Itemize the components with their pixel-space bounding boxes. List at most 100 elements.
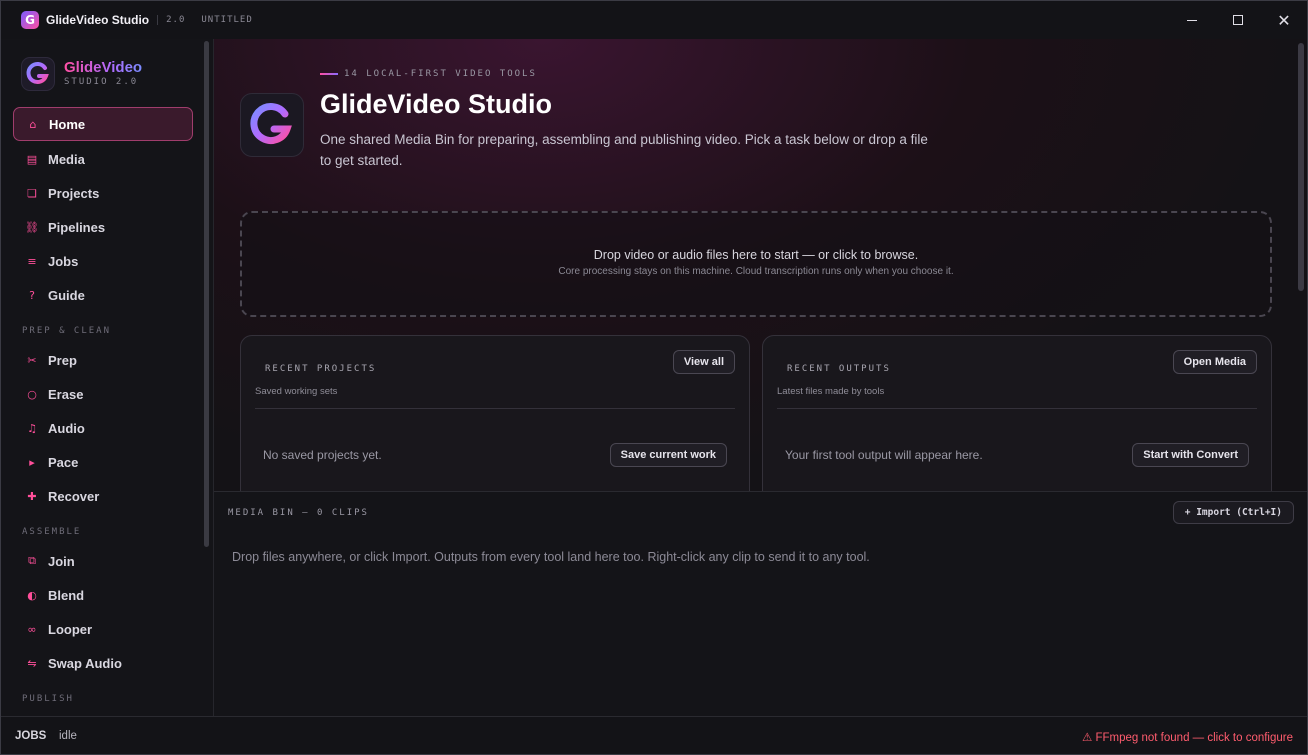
home-main: 14 LOCAL-FIRST VIDEO TOOLS GlideVideo St… [214,39,1307,491]
sidebar-item-guide[interactable]: ? Guide [13,278,193,312]
start-with-convert-button[interactable]: Start with Convert [1132,443,1249,467]
section-title-publish: PUBLISH [22,694,74,704]
sidebar-item-projects[interactable]: ❏ Projects [13,176,193,210]
sidebar-item-prep[interactable]: ✂ Prep [13,343,193,377]
main-scrollbar[interactable] [1298,43,1304,291]
ffmpeg-warning-link[interactable]: ⚠ FFmpeg not found — click to configure [1082,730,1293,744]
title-bar: G GlideVideo Studio 2.0 UNTITLED ✕ [1,1,1307,39]
card-divider [777,408,1257,409]
eyebrow-text: 14 LOCAL-FIRST VIDEO TOOLS [344,69,537,79]
media-bin-title: MEDIA BIN — 0 CLIPS [228,508,369,518]
pipelines-icon: ⛓ [25,220,39,234]
close-button[interactable]: ✕ [1261,1,1307,39]
projects-icon: ❏ [27,186,37,200]
section-title-assemble: ASSEMBLE [22,527,82,537]
page-description: One shared Media Bin for preparing, asse… [320,132,928,168]
scissors-icon: ✂ [27,353,37,367]
sidebar-item-looper[interactable]: ∞ Looper [13,612,193,646]
sidebar-item-label: Prep [48,352,77,368]
loop-icon: ∞ [27,622,37,636]
sidebar-item-pace[interactable]: ▸ Pace [13,445,193,479]
jobs-icon: ≡ [27,254,37,268]
brand-logo-icon [21,57,55,91]
brand-subtitle: STUDIO 2.0 [64,77,139,87]
minimize-button[interactable] [1169,1,1215,39]
sidebar-item-audio[interactable]: ♫ Audio [13,411,193,445]
maximize-icon [1233,15,1243,25]
brand: GlideVideo STUDIO 2.0 [21,57,142,91]
app-window: G GlideVideo Studio 2.0 UNTITLED ✕ Glide… [0,0,1308,755]
dropzone-subtitle: Core processing stays on this machine. C… [558,266,954,277]
close-icon: ✕ [1277,10,1291,30]
sidebar-item-label: Blend [48,587,85,603]
window-version: 2.0 [157,15,185,25]
page-title: GlideVideo Studio [320,89,553,119]
card-empty-text: No saved projects yet. [263,448,382,462]
join-icon: ⧉ [28,554,36,567]
card-subtitle: Latest files made by tools [777,386,885,397]
media-bin: MEDIA BIN — 0 CLIPS + Import (Ctrl+I) Dr… [214,491,1307,716]
dropzone-title: Drop video or audio files here to start … [593,248,919,262]
hero-eyebrow: 14 LOCAL-FIRST VIDEO TOOLS [320,69,537,79]
window-title: GlideVideo Studio [46,13,150,27]
maximize-button[interactable] [1215,1,1261,39]
file-dropzone[interactable]: Drop video or audio files here to start … [240,211,1272,317]
status-bar: JOBS idle ⚠ FFmpeg not found — click to … [1,716,1307,754]
import-button[interactable]: + Import (Ctrl+I) [1172,501,1294,524]
erase-icon: ○ [27,387,37,401]
sidebar-item-label: Audio [48,420,85,436]
play-icon: ▸ [29,455,35,469]
sidebar-item-label: Looper [48,621,93,637]
sidebar-item-label: Projects [48,185,100,201]
sidebar-item-label: Erase [48,386,84,402]
jobs-state: idle [59,730,77,742]
recent-outputs-card: RECENT OUTPUTS Latest files made by tool… [762,335,1272,491]
save-current-work-button[interactable]: Save current work [609,443,727,467]
hero-logo-icon [240,93,304,157]
sidebar-item-label: Home [49,116,86,132]
media-icon: ▤ [26,152,38,166]
brand-name: GlideVideo [64,59,143,76]
sidebar-item-label: Guide [48,287,85,303]
sidebar-item-label: Pace [48,454,79,470]
card-title: RECENT OUTPUTS [787,364,891,374]
eyebrow-accent-line [320,73,338,75]
open-media-button[interactable]: Open Media [1172,350,1257,374]
card-title: RECENT PROJECTS [265,364,377,374]
sidebar-item-label: Jobs [48,253,79,269]
sidebar-item-pipelines[interactable]: ⛓ Pipelines [13,210,193,244]
card-subtitle: Saved working sets [255,386,338,397]
sidebar-item-join[interactable]: ⧉ Join [13,544,193,578]
window-controls: ✕ [1169,1,1307,39]
sidebar-item-recover[interactable]: ✚ Recover [13,479,193,513]
card-divider [255,408,735,409]
sidebar-item-jobs[interactable]: ≡ Jobs [13,244,193,278]
sidebar-item-label: Pipelines [48,219,106,235]
blend-icon: ◐ [27,588,37,602]
card-empty-text: Your first tool output will appear here. [785,448,983,462]
music-note-icon: ♫ [27,421,37,435]
jobs-label[interactable]: JOBS [15,730,46,742]
sidebar-item-erase[interactable]: ○ Erase [13,377,193,411]
plus-icon: ✚ [27,489,37,503]
recent-projects-card: RECENT PROJECTS Saved working sets View … [240,335,750,491]
sidebar-item-media[interactable]: ▤ Media [13,142,193,176]
home-icon: ⌂ [29,117,37,131]
sidebar-item-label: Join [48,553,75,569]
sidebar-item-home[interactable]: ⌂ Home [13,107,193,141]
app-logo-icon: G [21,11,39,29]
sidebar-scrollbar[interactable] [204,41,209,547]
sidebar: GlideVideo STUDIO 2.0 ⌂ Home ▤ Media ❏ P… [1,39,214,716]
sidebar-item-swap-audio[interactable]: ⇋ Swap Audio [13,646,193,680]
view-all-button[interactable]: View all [672,350,735,374]
swap-icon: ⇋ [27,656,37,670]
minimize-icon [1187,19,1197,21]
section-title-prep-clean: PREP & CLEAN [22,326,112,336]
sidebar-item-blend[interactable]: ◐ Blend [13,578,193,612]
guide-icon: ? [29,288,35,302]
sidebar-item-label: Media [48,151,85,167]
media-bin-hint: Drop files anywhere, or click Import. Ou… [232,550,870,564]
sidebar-item-label: Recover [48,488,100,504]
sidebar-item-label: Swap Audio [48,655,122,671]
document-name: UNTITLED [201,15,253,25]
